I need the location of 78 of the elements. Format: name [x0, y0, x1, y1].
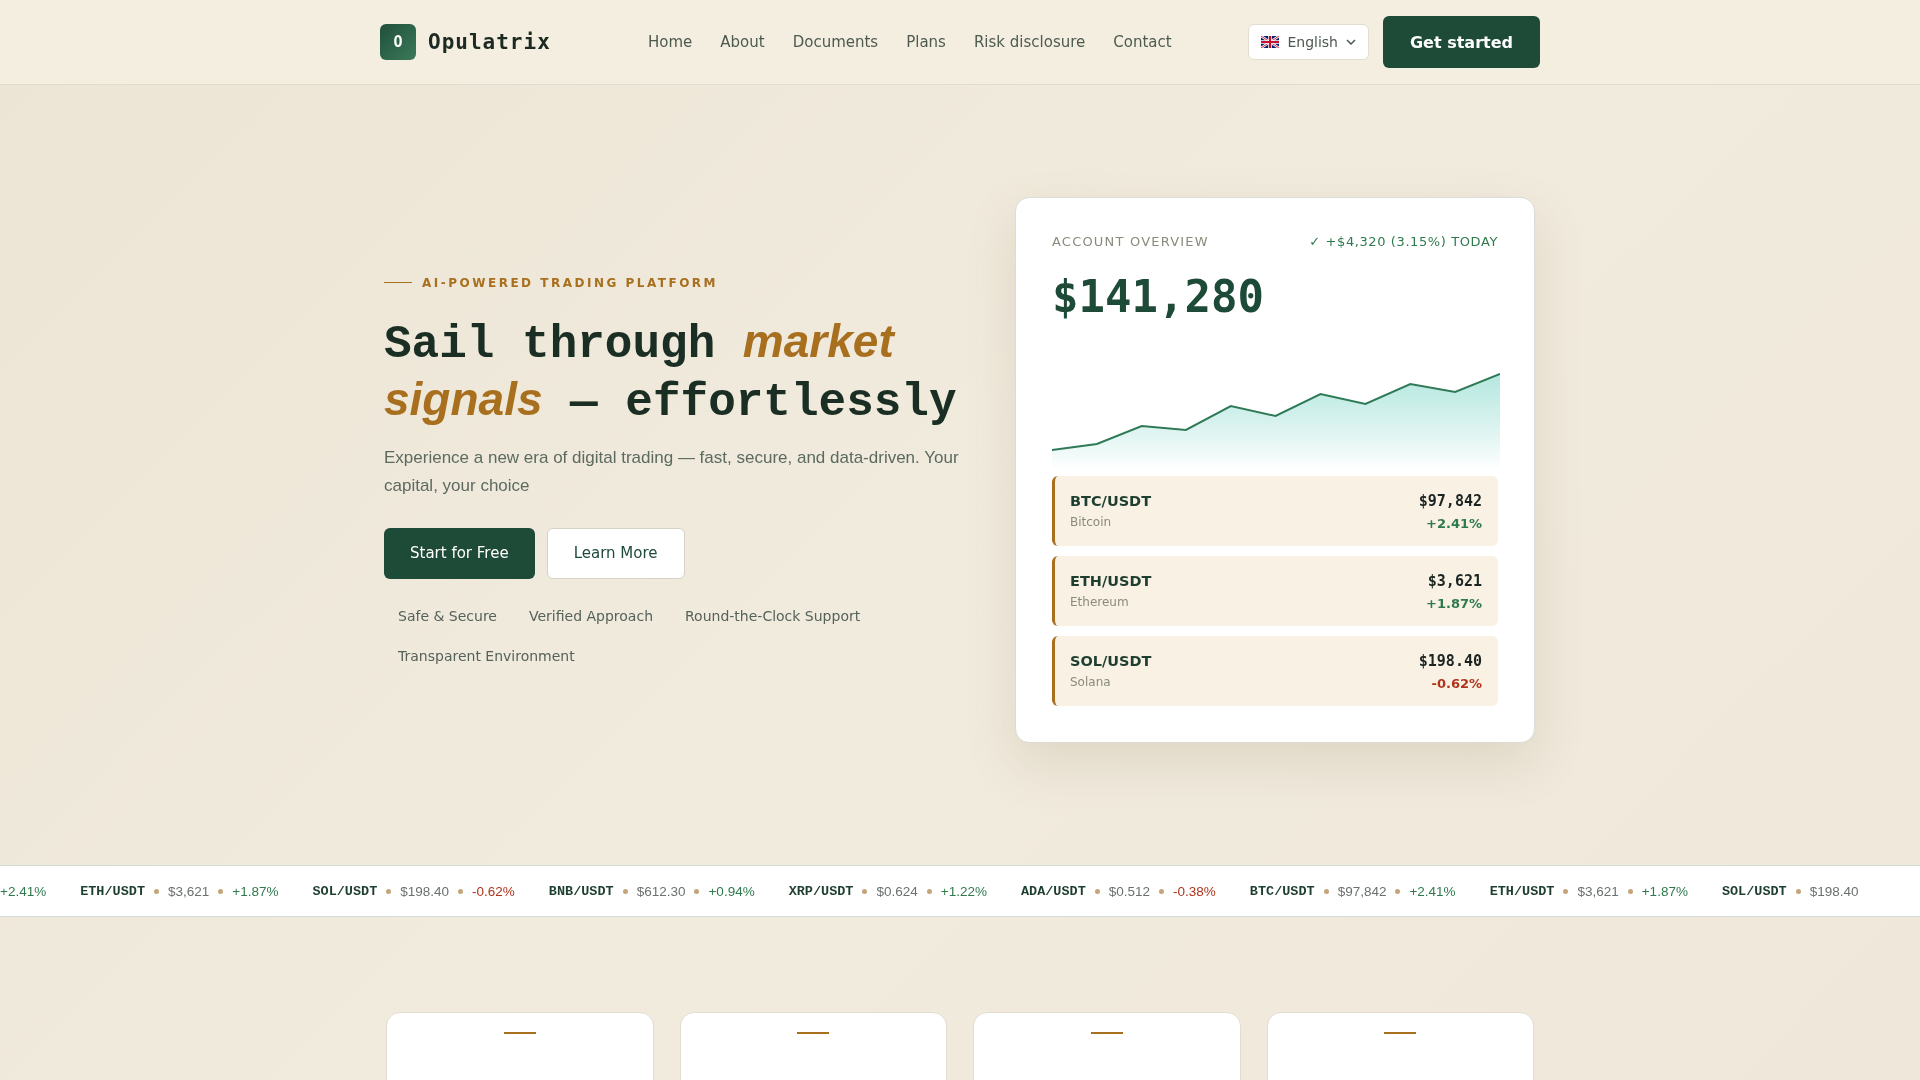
- brand-name[interactable]: Opulatrix: [428, 30, 551, 54]
- dot-icon: [1795, 888, 1801, 894]
- dot-icon: [862, 888, 868, 894]
- ticker-price: $0.512: [1108, 883, 1151, 899]
- feature-label: Transparent Environment: [398, 646, 575, 666]
- dot-icon: [694, 888, 700, 894]
- nav-link[interactable]: Risk disclosure: [973, 33, 1086, 51]
- asset-pair: ETH/USDT: [1070, 573, 1152, 589]
- nav-link[interactable]: Documents: [792, 33, 879, 51]
- asset-pair: SOL/USDT: [1070, 653, 1152, 669]
- ticker-change: -0.38%: [1173, 883, 1216, 899]
- asset-pair: BTC/USDT: [1070, 493, 1152, 509]
- nav-link[interactable]: About: [720, 33, 765, 51]
- ticker-pair: XRP/USDT: [788, 883, 854, 899]
- language-selector[interactable]: English: [1248, 24, 1369, 60]
- ticker-pair: SOL/USDT: [1721, 883, 1787, 899]
- dot-icon: [154, 888, 159, 894]
- ticker-price: $198.40: [1809, 883, 1859, 899]
- get-started-button[interactable]: Get started: [1383, 16, 1540, 68]
- eyebrow-label: AI-POWERED TRADING PLATFORM: [422, 275, 718, 290]
- flag-icon: [1261, 36, 1280, 48]
- ticker-price: $3,621: [1577, 883, 1619, 899]
- nav-link[interactable]: Plans: [906, 33, 946, 51]
- start-button[interactable]: Start for Free: [384, 527, 535, 579]
- asset-row[interactable]: ETH/USDT Ethereum $3,621 +1.87%: [1052, 556, 1498, 626]
- dot-icon: [1627, 888, 1633, 894]
- asset-row[interactable]: BTC/USDT Bitcoin $97,842 +2.41%: [1052, 476, 1498, 546]
- ticker-price: $198.40: [400, 883, 450, 899]
- dot-icon: [1159, 888, 1165, 894]
- dot-icon: [1395, 888, 1401, 894]
- ticker-change: +2.41%: [1409, 883, 1456, 899]
- subtitle: Experience a new era of digital trading — fast, secure, and data-driven. Your capital, your choice: [384, 446, 960, 497]
- asset-name: Ethereum: [1070, 595, 1130, 609]
- ticker-change: +1.87%: [232, 883, 279, 899]
- dot-icon: [458, 888, 464, 894]
- asset-change: +2.41%: [1426, 515, 1482, 531]
- asset-change: +1.87%: [1426, 595, 1482, 611]
- card-title: ACCOUNT OVERVIEW: [1052, 234, 1209, 249]
- learn-more-button[interactable]: Learn More: [546, 527, 685, 579]
- ticker-pair: SOL/USDT: [312, 883, 378, 899]
- nav-link[interactable]: Home: [648, 33, 693, 51]
- balance-amount: $141,280: [1052, 271, 1265, 322]
- nav-link[interactable]: Contact: [1113, 33, 1172, 51]
- dot-icon: [386, 888, 392, 894]
- ticker-price: $0.624: [876, 883, 918, 899]
- ticker-price: $612.30: [636, 883, 686, 899]
- dot-icon: [1563, 888, 1569, 894]
- feature-label: Round-the-Clock Support: [685, 606, 861, 626]
- ticker-pair: ETH/USDT: [1489, 883, 1555, 899]
- asset-change: -0.62%: [1431, 675, 1482, 691]
- asset-price: $3,621: [1427, 571, 1482, 590]
- logo-icon[interactable]: O: [380, 24, 416, 60]
- asset-name: Bitcoin: [1070, 515, 1113, 529]
- ticker-pair: BNB/USDT: [548, 883, 614, 899]
- ticker-pair: ADA/USDT: [1020, 883, 1086, 899]
- asset-name: Solana: [1070, 675, 1112, 689]
- dot-icon: [218, 888, 224, 894]
- dot-icon: [1094, 888, 1100, 894]
- feature-label: Safe & Secure: [398, 606, 497, 626]
- ticker-pair: BTC/USDT: [1249, 883, 1315, 899]
- dot-icon: [1323, 888, 1329, 894]
- asset-price: $97,842: [1418, 491, 1482, 510]
- ticker-change: -0.62%: [472, 883, 515, 899]
- asset-price: $198.40: [1418, 651, 1482, 670]
- ticker-change: +1.87%: [1641, 883, 1688, 899]
- ticker-pair: ETH/USDT: [80, 883, 145, 899]
- headline: Sail through market signals — effortlessly: [384, 313, 958, 430]
- asset-row[interactable]: SOL/USDT Solana $198.40 -0.62%: [1052, 636, 1498, 706]
- daily-gain: ✓ +$4,320 (3.15%) TODAY: [1309, 234, 1498, 249]
- caret-icon: [1346, 39, 1356, 45]
- dot-icon: [622, 888, 628, 894]
- ticker-change: +1.22%: [940, 883, 987, 899]
- ticker-price: $97,842: [1337, 883, 1387, 899]
- ticker-change: +2.41%: [0, 883, 47, 899]
- dot-icon: [926, 888, 932, 894]
- feature-label: Verified Approach: [528, 606, 653, 626]
- ticker-change: +0.94%: [708, 883, 755, 899]
- ticker-price: $3,621: [168, 883, 210, 899]
